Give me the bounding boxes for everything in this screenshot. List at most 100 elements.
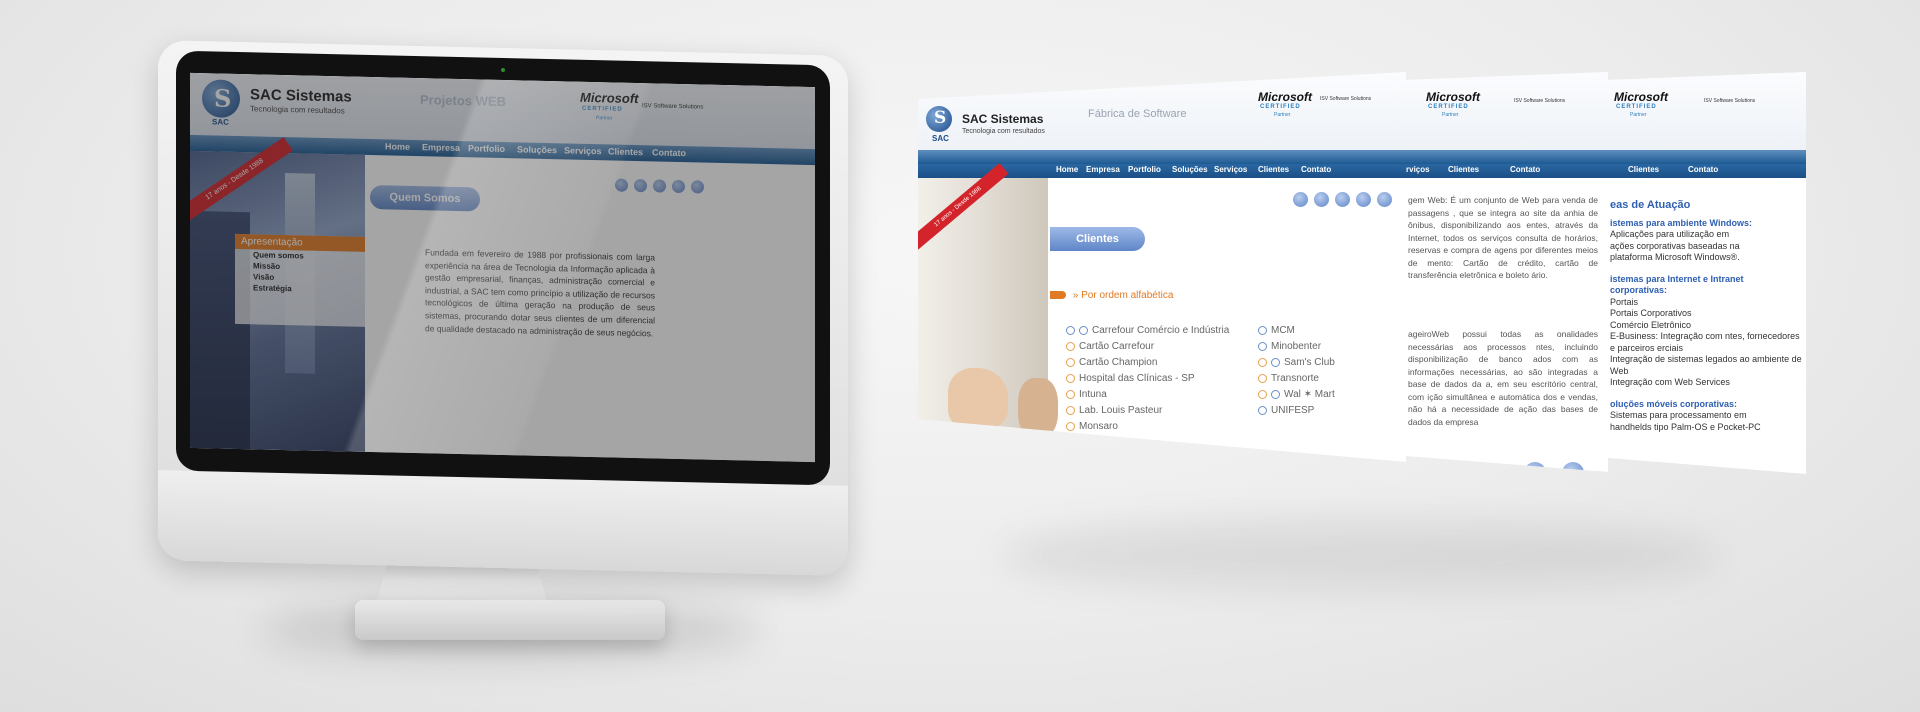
areas-item: Aplicações para utilização em <box>1610 229 1730 239</box>
product-features: ageiroWeb possui todas as onalidades nec… <box>1408 329 1598 427</box>
client-name: UNIFESP <box>1271 404 1315 416</box>
menu-item-label: Estratégia <box>253 283 292 294</box>
client-item[interactable]: Transnorte <box>1258 370 1335 386</box>
nav-contato[interactable]: Contato <box>1510 165 1540 174</box>
sort-label-text: » Por ordem alfabética <box>1072 290 1174 301</box>
client-icon <box>1066 341 1075 351</box>
nav-dots <box>615 178 704 194</box>
nav-solucoes[interactable]: Soluções <box>517 144 557 155</box>
nav-contato[interactable]: Contato <box>1688 165 1718 174</box>
client-icon <box>1258 341 1267 351</box>
sac-logo[interactable]: S <box>926 106 952 132</box>
menu-item[interactable]: Estratégia <box>235 282 365 296</box>
areas-item: handhelds tipo Palm-OS e Pocket-PC <box>1610 421 1761 432</box>
nav-dot[interactable] <box>1524 462 1546 472</box>
areas-item: Integração de sistemas legados ao ambien… <box>1610 354 1802 376</box>
nav-dot[interactable] <box>691 180 704 194</box>
sac-logo[interactable]: S <box>202 79 240 119</box>
client-item[interactable]: Carrefour Comércio e Indústria <box>1066 322 1229 338</box>
nav-dot[interactable] <box>634 178 647 193</box>
client-item[interactable]: Cartão Carrefour <box>1066 338 1229 354</box>
client-item[interactable]: Intuna <box>1066 386 1229 402</box>
client-item[interactable]: MCM <box>1258 322 1335 338</box>
nav-servicos[interactable]: rviços <box>1406 165 1430 174</box>
nav-dot[interactable] <box>653 179 666 193</box>
monitor-stand-base <box>355 600 665 640</box>
site-header: Microsoft CERTIFIED Partner ISV Software… <box>1608 72 1806 150</box>
floating-panel-areas-atuacao: Microsoft CERTIFIED Partner ISV Software… <box>1608 72 1806 474</box>
sort-label[interactable]: » Por ordem alfabética <box>1050 290 1173 301</box>
areas-content: eas de Atuação istemas para ambiente Win… <box>1610 199 1802 433</box>
client-name: Monsaro <box>1079 420 1118 432</box>
nav-dot[interactable] <box>672 179 685 194</box>
client-icon <box>1066 389 1075 399</box>
site-navbar <box>1608 150 1806 164</box>
areas-item: Sistemas para processamento em <box>1610 410 1747 420</box>
client-item[interactable]: Cartão Champion <box>1066 354 1229 370</box>
client-item[interactable]: Sam's Club <box>1258 354 1335 370</box>
client-item[interactable]: Hospital das Clínicas - SP <box>1066 370 1229 386</box>
client-item[interactable]: Monsaro <box>1066 418 1229 434</box>
monitor-screen: S SAC SAC Sistemas Tecnologia com result… <box>190 72 815 463</box>
menu-item-label: Quem somos <box>253 250 304 261</box>
nav-dots <box>1293 192 1392 207</box>
microsoft-certified: CERTIFIED <box>1260 104 1301 110</box>
client-icon <box>1258 325 1267 335</box>
nav-dot[interactable] <box>1377 192 1392 207</box>
nav-contato[interactable]: Contato <box>1301 165 1331 174</box>
nav-dot[interactable] <box>1356 192 1371 207</box>
nav-dot[interactable] <box>615 178 628 192</box>
nav-clientes[interactable]: Clientes <box>1448 165 1479 174</box>
menu-header-label: Apresentação <box>241 236 303 249</box>
isv-label: ISV Software Solutions <box>1704 98 1756 104</box>
site-header: Microsoft CERTIFIED Partner ISV Software… <box>1406 72 1608 150</box>
nav-home[interactable]: Home <box>385 141 410 152</box>
isv-label: ISV Software Solutions <box>642 103 704 111</box>
client-icon <box>1066 405 1075 415</box>
areas-item: Portais Corporativos <box>1610 308 1692 318</box>
nav-dot[interactable] <box>1335 192 1350 207</box>
nav-solucoes[interactable]: Soluções <box>1172 165 1208 174</box>
webcam-indicator <box>501 67 505 73</box>
microsoft-partner: Partner <box>596 115 613 122</box>
nav-clientes[interactable]: Clientes <box>608 146 643 157</box>
section-pill: Quem Somos <box>370 184 480 212</box>
client-name: Cartão Carrefour <box>1079 340 1155 352</box>
client-icon <box>1066 325 1075 335</box>
nav-empresa[interactable]: Empresa <box>1086 165 1120 174</box>
microsoft-partner: Partner <box>1630 112 1647 118</box>
nav-clientes[interactable]: Clientes <box>1628 165 1659 174</box>
microsoft-certified: CERTIFIED <box>1428 104 1469 110</box>
areas-item: plataforma Microsoft Windows®. <box>1610 252 1740 262</box>
nav-portfolio[interactable]: Portfolio <box>468 143 505 154</box>
client-item[interactable]: Lab. Louis Pasteur <box>1066 402 1229 418</box>
nav-dot[interactable] <box>1293 192 1308 207</box>
product-description: gem Web: É um conjunto de Web para venda… <box>1408 195 1598 280</box>
nav-servicos[interactable]: Serviços <box>564 145 602 156</box>
client-item[interactable]: Minobenter <box>1258 338 1335 354</box>
client-name: MCM <box>1271 324 1295 336</box>
section-pill: Clientes <box>1050 227 1145 251</box>
header-title: Fábrica de Software <box>1088 108 1187 120</box>
nav-empresa[interactable]: Empresa <box>422 142 460 153</box>
client-icon <box>1066 357 1075 367</box>
client-item[interactable]: Wal ✶ Mart <box>1258 386 1335 402</box>
nav-dot[interactable] <box>1562 462 1584 472</box>
nav-portfolio[interactable]: Portfolio <box>1128 165 1161 174</box>
areas-item: E-Business: Integração com ntes, fornece… <box>1610 331 1800 353</box>
logo-letter: S <box>214 83 232 113</box>
nav-dot[interactable] <box>1314 192 1329 207</box>
nav-servicos[interactable]: Serviços <box>1214 165 1247 174</box>
nav-contato[interactable]: Contato <box>652 147 686 158</box>
logo-letter: S <box>934 108 947 128</box>
client-item[interactable]: UNIFESP <box>1258 402 1335 418</box>
site-header: S SAC SAC Sistemas Tecnologia com result… <box>918 72 1406 150</box>
nav-clientes[interactable]: Clientes <box>1258 165 1289 174</box>
nav-home[interactable]: Home <box>1056 165 1078 174</box>
about-text: Fundada em fevereiro de 1988 por profiss… <box>425 247 655 338</box>
areas-subheading: oluções móveis corporativas: <box>1610 398 1738 409</box>
areas-heading: eas de Atuação <box>1610 199 1691 211</box>
section-pill-label: Quem Somos <box>389 191 461 206</box>
website-quem-somos: S SAC SAC Sistemas Tecnologia com result… <box>190 72 815 462</box>
site-navbar <box>1406 150 1608 164</box>
